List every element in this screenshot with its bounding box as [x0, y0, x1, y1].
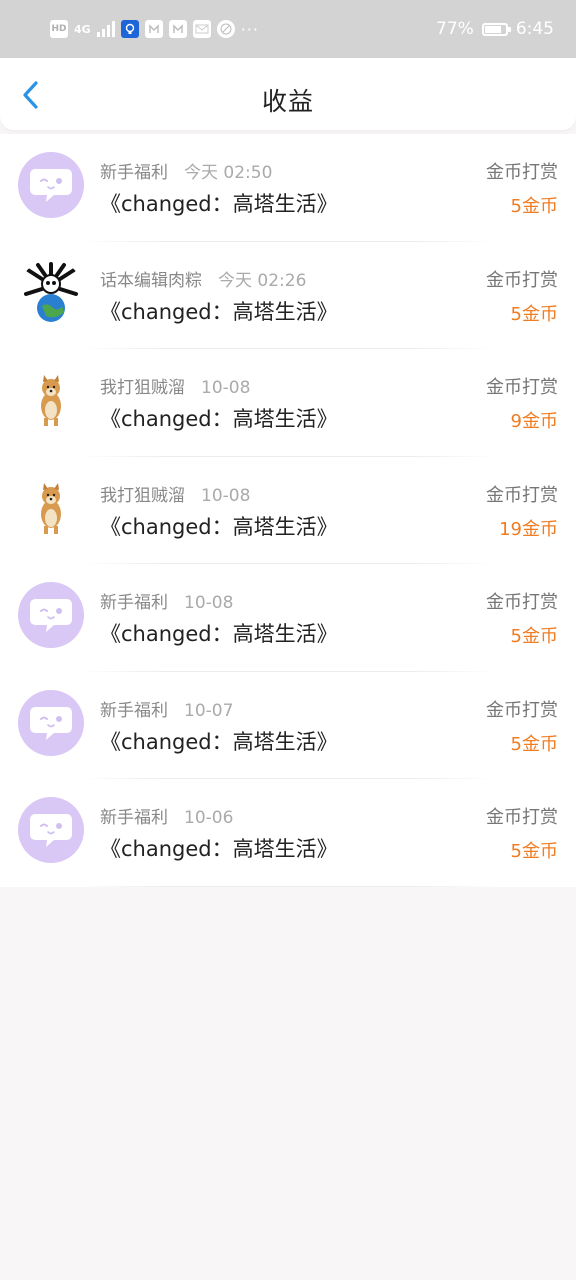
avatar[interactable] [18, 259, 84, 326]
page-title: 收益 [261, 87, 314, 116]
book-title: 《changed：高塔生活》 [100, 837, 338, 861]
reward-amount: 5金币 [510, 841, 558, 862]
earnings-record[interactable]: 我打狙贼溜 10-08 《changed：高塔生活》 金币打赏 19金币 [0, 457, 576, 564]
skull-globe-icon [24, 261, 78, 322]
avatar[interactable] [18, 797, 84, 863]
shiba-dog-icon [41, 482, 61, 534]
status-icons: HD 4G ··· [50, 18, 259, 40]
record-meta: 我打狙贼溜 10-08 [100, 481, 250, 506]
hd-icon: HD [50, 20, 68, 38]
earnings-record[interactable]: 新手福利 10-08 《changed：高塔生活》 金币打赏 5金币 [0, 564, 576, 672]
battery-percent: 77% [436, 19, 474, 39]
record-time: 10-08 [201, 485, 251, 506]
battery-icon [481, 22, 511, 36]
status-right: 77% 6:45 [436, 16, 554, 42]
record-time: 10-08 [184, 593, 234, 613]
record-meta: 我打狙贼溜 10-08 [100, 373, 250, 398]
sender-name: 新手福利 [100, 700, 168, 721]
browser-icon [216, 20, 235, 38]
chat-bubble-icon [30, 706, 72, 740]
clock: 6:45 [515, 19, 554, 39]
avatar[interactable] [18, 474, 84, 541]
row-divider [80, 885, 496, 887]
reward-amount: 5金币 [510, 733, 558, 755]
record-meta: 话本编辑肉粽 今天 02:26 [100, 266, 306, 291]
book-title: 《changed：高塔生活》 [100, 622, 338, 646]
shiba-dog-icon [41, 375, 61, 426]
record-meta: 新手福利 10-08 [100, 588, 233, 613]
reward-type: 金币打赏 [486, 699, 558, 721]
record-time: 10-08 [201, 378, 251, 398]
avatar[interactable] [18, 152, 84, 218]
chat-bubble-icon [30, 599, 72, 632]
mail-icon [192, 20, 211, 38]
app-icon [168, 20, 187, 38]
reward-type: 金币打赏 [486, 484, 558, 506]
record-time: 今天 02:26 [218, 270, 307, 291]
status-bar: HD 4G ··· 77% 6:45 [0, 0, 576, 58]
reward-type: 金币打赏 [486, 592, 558, 613]
signal-bars-icon [96, 21, 115, 37]
sender-name: 话本编辑肉粽 [100, 270, 202, 291]
reward-amount: 5金币 [510, 626, 558, 647]
book-title: 《changed：高塔生活》 [100, 192, 338, 216]
reward-type: 金币打赏 [486, 162, 558, 183]
avatar[interactable] [18, 367, 84, 433]
record-time: 10-07 [184, 700, 234, 721]
earnings-record[interactable]: 新手福利 10-06 《changed：高塔生活》 金币打赏 5金币 [0, 779, 576, 887]
book-title: 《changed：高塔生活》 [100, 514, 338, 539]
reward-type: 金币打赏 [486, 377, 558, 398]
avatar[interactable] [18, 582, 84, 648]
book-title: 《changed：高塔生活》 [100, 407, 338, 431]
earnings-record[interactable]: 新手福利 10-07 《changed：高塔生活》 金币打赏 5金币 [0, 672, 576, 779]
app-icon [144, 20, 163, 38]
chat-bubble-icon [30, 169, 72, 202]
more-notifications-icon: ··· [240, 19, 259, 39]
record-meta: 新手福利 10-07 [100, 696, 233, 721]
record-meta: 新手福利 10-06 [100, 803, 233, 828]
sender-name: 新手福利 [100, 163, 168, 183]
signal-4g-label: 4G [74, 22, 91, 36]
sender-name: 新手福利 [100, 808, 168, 828]
earnings-record[interactable]: 新手福利 今天 02:50 《changed：高塔生活》 金币打赏 5金币 [0, 134, 576, 242]
bulb-app-icon [120, 20, 139, 38]
reward-type: 金币打赏 [486, 807, 558, 828]
record-meta: 新手福利 今天 02:50 [100, 158, 272, 183]
reward-amount: 19金币 [499, 518, 558, 540]
reward-amount: 5金币 [510, 303, 558, 325]
earnings-record[interactable]: 我打狙贼溜 10-08 《changed：高塔生活》 金币打赏 9金币 [0, 349, 576, 457]
reward-type: 金币打赏 [486, 269, 558, 291]
sender-name: 新手福利 [100, 593, 168, 613]
reward-amount: 5金币 [510, 196, 558, 217]
reward-amount: 9金币 [510, 411, 558, 432]
record-time: 今天 02:50 [184, 163, 273, 183]
book-title: 《changed：高塔生活》 [100, 729, 338, 754]
sender-name: 我打狙贼溜 [100, 485, 185, 506]
avatar[interactable] [18, 689, 84, 756]
record-time: 10-06 [184, 808, 234, 828]
book-title: 《changed：高塔生活》 [100, 299, 338, 324]
app-header: 收益 [0, 58, 576, 130]
earnings-record[interactable]: 话本编辑肉粽 今天 02:26 《changed：高塔生活》 金币打赏 5金币 [0, 242, 576, 349]
chat-bubble-icon [30, 814, 72, 847]
earnings-list: 新手福利 今天 02:50 《changed：高塔生活》 金币打赏 5金币 话本编… [0, 134, 576, 887]
sender-name: 我打狙贼溜 [100, 378, 185, 398]
